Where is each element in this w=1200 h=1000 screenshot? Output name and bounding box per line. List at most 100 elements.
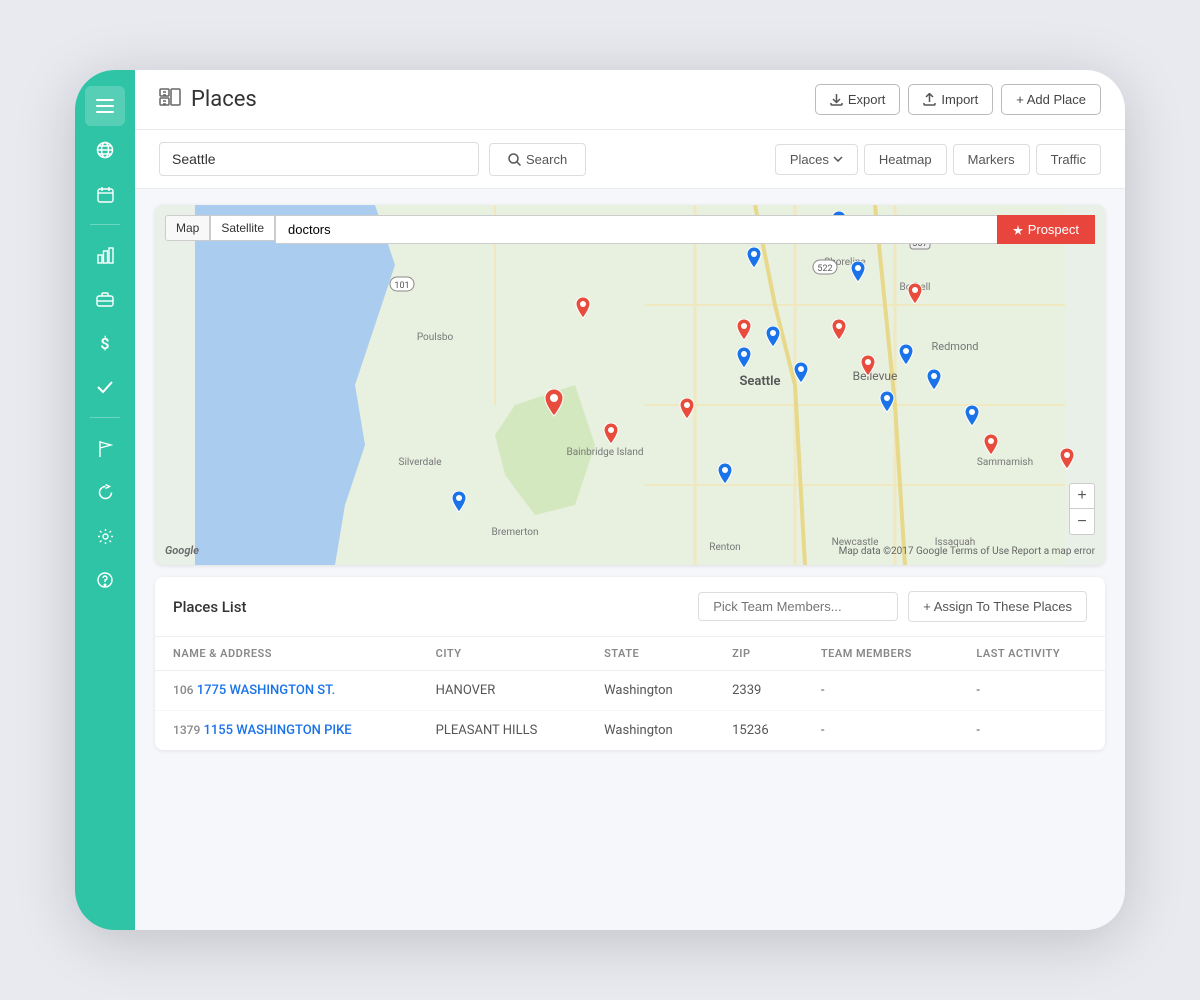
places-dropdown-icon xyxy=(833,156,843,162)
col-team-members: TEAM MEMBERS xyxy=(803,637,958,671)
map-pin-red xyxy=(980,434,1002,466)
map-pin-red xyxy=(904,283,926,315)
places-icon xyxy=(159,86,181,113)
map-background: Seattle Bellevue Redmond Bremerton Pouls… xyxy=(155,205,1105,565)
sidebar-icon-dollar[interactable]: $ xyxy=(85,323,125,363)
map-pin-blue xyxy=(961,405,983,437)
col-name-address: NAME & ADDRESS xyxy=(155,637,418,671)
map-pin-blue xyxy=(876,391,898,423)
place-zip: 15236 xyxy=(714,711,803,751)
places-table: NAME & ADDRESS CITY STATE ZIP TEAM MEMBE… xyxy=(155,637,1105,750)
header-left: Places xyxy=(159,86,257,113)
place-link[interactable]: 106 1775 WASHINGTON ST. xyxy=(173,683,335,698)
places-list: Places List + Assign To These Places NAM… xyxy=(155,577,1105,750)
sidebar-icon-settings[interactable] xyxy=(85,516,125,556)
team-picker-input[interactable] xyxy=(698,592,898,621)
place-state: Washington xyxy=(586,671,714,711)
svg-text:Redmond: Redmond xyxy=(931,340,978,353)
sidebar-icon-flag[interactable] xyxy=(85,428,125,468)
export-icon xyxy=(830,93,843,106)
google-logo: Google xyxy=(165,544,199,557)
map-pin-red xyxy=(541,389,567,425)
sidebar-divider-2 xyxy=(90,417,120,418)
main-content: Places Export Import xyxy=(135,70,1125,930)
map-pin-blue xyxy=(448,491,470,523)
map-pin-red xyxy=(828,319,850,351)
table-header: NAME & ADDRESS CITY STATE ZIP TEAM MEMBE… xyxy=(155,637,1105,671)
location-search-input[interactable] xyxy=(159,142,479,176)
map-tab-map[interactable]: Map xyxy=(165,215,210,241)
add-place-button[interactable]: + Add Place xyxy=(1001,84,1101,115)
page-title: Places xyxy=(191,87,257,112)
map-pin-blue xyxy=(847,261,869,293)
assign-button[interactable]: + Assign To These Places xyxy=(908,591,1087,622)
map-controls: Map Satellite ‹ xyxy=(165,215,291,241)
prospect-button[interactable]: Prospect xyxy=(997,215,1095,244)
place-state: Washington xyxy=(586,711,714,751)
map-tab-satellite[interactable]: Satellite xyxy=(210,215,275,241)
col-city: CITY xyxy=(418,637,586,671)
place-last-activity: - xyxy=(958,711,1105,751)
sidebar-icon-menu[interactable] xyxy=(85,86,125,126)
prospect-icon xyxy=(1013,225,1023,235)
header-actions: Export Import + Add Place xyxy=(815,84,1101,115)
map-pin-red xyxy=(1056,448,1078,480)
filter-heatmap-button[interactable]: Heatmap xyxy=(864,144,947,175)
place-zip: 2339 xyxy=(714,671,803,711)
map-pin-blue xyxy=(762,326,784,358)
svg-text:522: 522 xyxy=(817,264,832,274)
map-pin-red xyxy=(857,355,879,387)
sidebar-icon-globe[interactable] xyxy=(85,130,125,170)
svg-text:101: 101 xyxy=(394,281,409,291)
table-body: 106 1775 WASHINGTON ST. HANOVER Washingt… xyxy=(155,671,1105,751)
filter-traffic-button[interactable]: Traffic xyxy=(1036,144,1101,175)
place-last-activity: - xyxy=(958,671,1105,711)
sidebar: $ xyxy=(75,70,135,930)
map-inner[interactable]: Seattle Bellevue Redmond Bremerton Pouls… xyxy=(155,205,1105,565)
import-button[interactable]: Import xyxy=(908,84,993,115)
filter-places-button[interactable]: Places xyxy=(775,144,858,175)
table-row: 106 1775 WASHINGTON ST. HANOVER Washingt… xyxy=(155,671,1105,711)
place-team-members: - xyxy=(803,671,958,711)
place-team-members: - xyxy=(803,711,958,751)
import-icon xyxy=(923,93,936,106)
search-button[interactable]: Search xyxy=(489,143,586,176)
map-pin-blue xyxy=(743,247,765,279)
search-icon xyxy=(508,153,521,166)
sidebar-icon-refresh[interactable] xyxy=(85,472,125,512)
toolbar: Search Places Heatmap Markers Traffic xyxy=(135,130,1125,189)
map-zoom-out[interactable]: − xyxy=(1069,509,1095,535)
place-name-address: 1379 1155 WASHINGTON PIKE xyxy=(155,711,418,751)
places-list-title: Places List xyxy=(173,598,246,616)
svg-text:Renton: Renton xyxy=(709,542,740,553)
map-pin-blue xyxy=(733,347,755,379)
map-zoom-in[interactable]: + xyxy=(1069,483,1095,509)
map-pin-red xyxy=(600,423,622,455)
map-attribution: Map data ©2017 Google Terms of Use Repor… xyxy=(839,546,1095,557)
place-name-address: 106 1775 WASHINGTON ST. xyxy=(155,671,418,711)
map-container: Seattle Bellevue Redmond Bremerton Pouls… xyxy=(155,205,1105,565)
sidebar-icon-briefcase[interactable] xyxy=(85,279,125,319)
sidebar-icon-check[interactable] xyxy=(85,367,125,407)
map-search-input[interactable] xyxy=(275,215,997,244)
sidebar-divider xyxy=(90,224,120,225)
sidebar-icon-calendar[interactable] xyxy=(85,174,125,214)
map-pin-blue xyxy=(790,362,812,394)
place-city: PLEASANT HILLS xyxy=(418,711,586,751)
table-row: 1379 1155 WASHINGTON PIKE PLEASANT HILLS… xyxy=(155,711,1105,751)
place-city: HANOVER xyxy=(418,671,586,711)
col-state: STATE xyxy=(586,637,714,671)
page-header: Places Export Import xyxy=(135,70,1125,130)
toolbar-right: Places Heatmap Markers Traffic xyxy=(775,144,1101,175)
filter-markers-button[interactable]: Markers xyxy=(953,144,1030,175)
search-input-wrapper xyxy=(159,142,479,176)
sidebar-icon-chart[interactable] xyxy=(85,235,125,275)
svg-text:Poulsbo: Poulsbo xyxy=(417,332,454,343)
map-pin-red xyxy=(733,319,755,351)
svg-text:Bremerton: Bremerton xyxy=(492,527,539,538)
place-link[interactable]: 1379 1155 WASHINGTON PIKE xyxy=(173,723,352,738)
export-button[interactable]: Export xyxy=(815,84,901,115)
sidebar-icon-help[interactable] xyxy=(85,560,125,600)
places-list-actions: + Assign To These Places xyxy=(698,591,1087,622)
map-zoom-controls: + − xyxy=(1069,483,1095,535)
